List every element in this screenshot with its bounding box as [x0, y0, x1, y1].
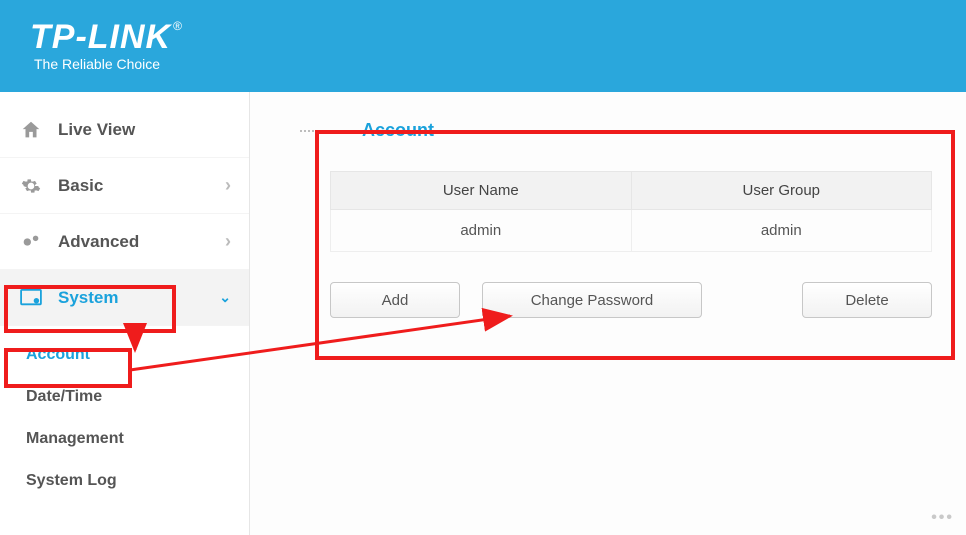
divider-dots	[300, 130, 350, 132]
col-user-group: User Group	[631, 172, 932, 210]
panel-title-row: Account	[300, 120, 950, 141]
add-button[interactable]: Add	[330, 282, 460, 318]
system-submenu: Account Date/Time Management System Log	[0, 326, 249, 502]
nav-label: System	[58, 288, 118, 308]
nav-basic[interactable]: Basic ›	[0, 158, 249, 214]
chevron-right-icon: ›	[225, 175, 231, 196]
brand-name: TP-LINK®	[30, 20, 183, 54]
subnav-account[interactable]: Account	[22, 334, 249, 376]
main-content: Account User Name User Group admin admin	[250, 92, 966, 535]
table-row[interactable]: admin admin	[331, 210, 932, 252]
delete-button[interactable]: Delete	[802, 282, 932, 318]
brand-name-text: TP-LINK	[30, 18, 171, 56]
cell-user-name: admin	[331, 210, 632, 252]
subnav-management[interactable]: Management	[22, 418, 249, 460]
chevron-down-icon: ⌄	[219, 289, 231, 306]
chevron-right-icon: ›	[225, 231, 231, 252]
subnav-label: Management	[26, 430, 124, 448]
nav-label: Live View	[58, 120, 135, 140]
nav-system[interactable]: System ⌄	[0, 270, 249, 326]
nav-advanced[interactable]: Advanced ›	[0, 214, 249, 270]
subnav-systemlog[interactable]: System Log	[22, 460, 249, 502]
container: Live View Basic › Advanced › System ⌄	[0, 92, 966, 535]
subnav-label: Account	[26, 346, 90, 364]
registered-mark: ®	[173, 19, 183, 33]
brand-tagline: The Reliable Choice	[34, 56, 183, 72]
gear-icon	[18, 176, 44, 196]
accounts-table: User Name User Group admin admin	[330, 171, 932, 252]
subnav-label: System Log	[26, 472, 117, 490]
col-user-name: User Name	[331, 172, 632, 210]
system-icon	[18, 289, 44, 307]
nav-label: Advanced	[58, 232, 139, 252]
button-row: Add Change Password Delete	[330, 282, 932, 318]
subnav-datetime[interactable]: Date/Time	[22, 376, 249, 418]
resize-grip-icon: •••	[931, 509, 954, 527]
gears-icon	[18, 231, 44, 253]
cell-user-group: admin	[631, 210, 932, 252]
change-password-button[interactable]: Change Password	[482, 282, 702, 318]
sidebar: Live View Basic › Advanced › System ⌄	[0, 92, 250, 535]
nav-live-view[interactable]: Live View	[0, 102, 249, 158]
header: TP-LINK® The Reliable Choice	[0, 0, 966, 92]
brand-logo: TP-LINK® The Reliable Choice	[30, 20, 183, 72]
nav-label: Basic	[58, 176, 103, 196]
panel-title: Account	[362, 120, 434, 141]
home-icon	[18, 119, 44, 141]
subnav-label: Date/Time	[26, 388, 102, 406]
panel-body: User Name User Group admin admin Add Cha…	[280, 141, 956, 318]
divider-dots	[448, 130, 950, 132]
